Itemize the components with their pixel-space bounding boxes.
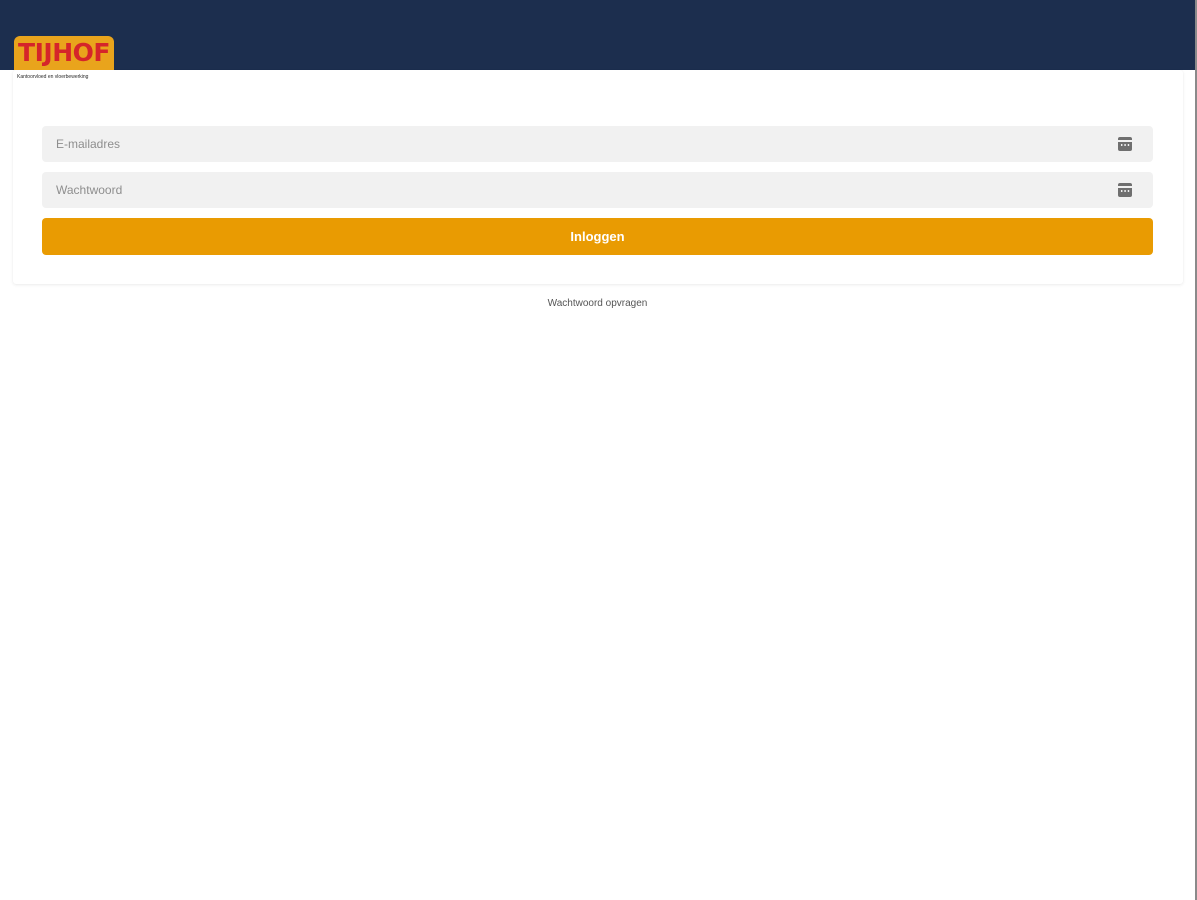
email-input[interactable] <box>42 126 1102 162</box>
login-card: Inloggen <box>13 70 1183 284</box>
header-bar <box>0 0 1195 70</box>
logo-tagline: Kantoorvloed en vloerbewerking <box>17 74 89 80</box>
forgot-password-link[interactable]: Wachtwoord opvragen <box>0 298 1195 309</box>
email-field[interactable] <box>42 126 1153 162</box>
password-field[interactable] <box>42 172 1153 208</box>
autofill-card-icon[interactable] <box>1118 183 1132 197</box>
login-page: TIJHOF Kantoorvloed en vloerbewerking In… <box>0 0 1197 900</box>
autofill-card-icon[interactable] <box>1118 137 1132 151</box>
login-button[interactable]: Inloggen <box>42 218 1153 255</box>
logo-wordmark: TIJHOF <box>18 38 110 67</box>
password-input[interactable] <box>42 172 1102 208</box>
brand-logo[interactable]: TIJHOF Kantoorvloed en vloerbewerking <box>14 36 114 82</box>
